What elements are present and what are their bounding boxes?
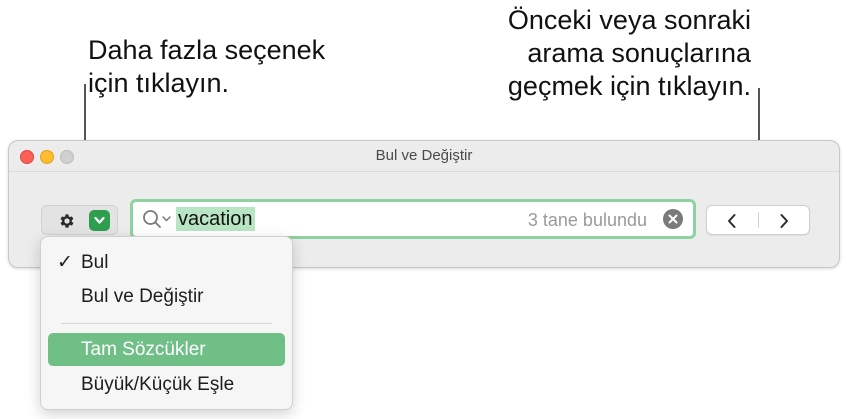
menu-item-find-replace[interactable]: Bul ve Değiştir — [48, 280, 285, 313]
menu-item-label: Bul — [81, 252, 109, 273]
menu-item-label: Tam Sözcükler — [81, 339, 206, 360]
search-input[interactable]: vacation 3 tane bulundu — [130, 199, 696, 239]
chevron-right-icon — [780, 214, 788, 228]
menu-item-label: Bul ve Değiştir — [81, 286, 204, 307]
previous-result-button[interactable] — [707, 206, 758, 234]
callout-navigation: Önceki veya sonraki arama sonuçlarına ge… — [508, 4, 751, 103]
callout-options: Daha fazla seçenek için tıklayın. — [88, 34, 325, 100]
checkmark-icon: ✓ — [57, 252, 73, 273]
gear-icon — [58, 212, 76, 230]
menu-item-match-case[interactable]: Büyük/Küçük Eşle — [48, 368, 285, 401]
chevron-left-icon — [728, 214, 736, 228]
search-query-text[interactable]: vacation — [176, 207, 255, 231]
result-count: 3 tane bulundu — [527, 210, 647, 230]
search-options-button[interactable] — [41, 205, 118, 235]
callout-navigation-line-1: Önceki veya sonraki — [507, 5, 751, 35]
chevron-down-icon — [89, 210, 110, 231]
menu-item-find[interactable]: ✓ Bul — [48, 246, 285, 279]
callout-options-line-1: Daha fazla seçenek — [88, 35, 326, 65]
menu-item-whole-words[interactable]: Tam Sözcükler — [48, 333, 285, 366]
next-result-button[interactable] — [759, 206, 810, 234]
result-navigation — [706, 205, 810, 235]
search-icon[interactable] — [142, 209, 172, 236]
callout-navigation-line-3: geçmek için tıklayın. — [507, 71, 751, 101]
search-options-menu: ✓ Bul Bul ve Değiştir Tam Sözcükler Büyü… — [40, 236, 293, 410]
window-title: Bul ve Değiştir — [375, 147, 473, 164]
clear-icon[interactable] — [663, 209, 683, 229]
menu-item-label: Büyük/Küçük Eşle — [81, 374, 235, 395]
callout-navigation-line-2: arama sonuçlarına — [527, 38, 751, 68]
callout-options-line-2: için tıklayın. — [88, 68, 230, 98]
title-bar: Bul ve Değiştir — [9, 141, 839, 172]
menu-separator — [61, 323, 272, 324]
